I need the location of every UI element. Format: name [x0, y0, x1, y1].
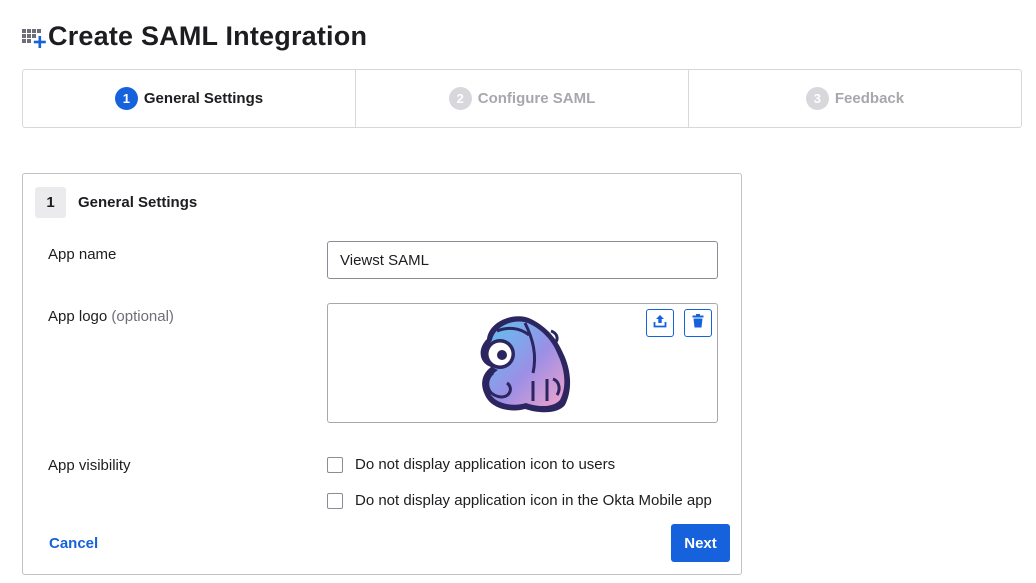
- step-label: Feedback: [834, 90, 905, 107]
- hide-icon-mobile-checkbox[interactable]: [327, 492, 343, 509]
- delete-logo-button[interactable]: [684, 309, 712, 337]
- section-title: General Settings: [78, 194, 198, 211]
- step-configure-saml: 2 Configure SAML: [356, 70, 689, 127]
- checkbox-label: Do not display application icon in the O…: [355, 492, 712, 509]
- general-settings-card: 1 General Settings App name App logo (op…: [22, 173, 742, 575]
- upload-logo-button[interactable]: [646, 309, 674, 337]
- app-logo-image: [467, 309, 579, 417]
- hide-icon-users-checkbox[interactable]: [327, 456, 343, 473]
- page-title: Create SAML Integration: [48, 20, 368, 51]
- app-name-label: App name: [48, 246, 117, 263]
- step-label: General Settings: [143, 90, 264, 107]
- step-general-settings: 1 General Settings: [23, 70, 356, 127]
- hide-icon-mobile-option[interactable]: Do not display application icon in the O…: [327, 492, 712, 509]
- step-number: 2: [448, 87, 472, 110]
- upload-icon: [653, 314, 667, 333]
- optional-hint: (optional): [111, 308, 174, 325]
- section-number-badge: 1: [35, 187, 66, 218]
- hide-icon-users-option[interactable]: Do not display application icon to users: [327, 456, 615, 473]
- step-feedback: 3 Feedback: [689, 70, 1021, 127]
- app-logo-label-text: App logo: [48, 308, 108, 325]
- step-number: 3: [805, 87, 829, 110]
- wizard-stepper: 1 General Settings 2 Configure SAML 3 Fe…: [22, 69, 1022, 128]
- apps-add-icon: [22, 22, 48, 50]
- app-visibility-label: App visibility: [48, 457, 131, 474]
- next-button[interactable]: Next: [671, 524, 730, 562]
- step-number: 1: [114, 87, 138, 110]
- trash-icon: [692, 313, 704, 333]
- step-label: Configure SAML: [477, 90, 596, 107]
- checkbox-label: Do not display application icon to users: [355, 456, 616, 473]
- page-header: Create SAML Integration: [22, 20, 367, 52]
- cancel-button[interactable]: Cancel: [49, 535, 98, 552]
- app-logo-label: App logo (optional): [48, 308, 174, 325]
- app-name-input[interactable]: [327, 241, 718, 279]
- app-logo-preview: [327, 303, 718, 423]
